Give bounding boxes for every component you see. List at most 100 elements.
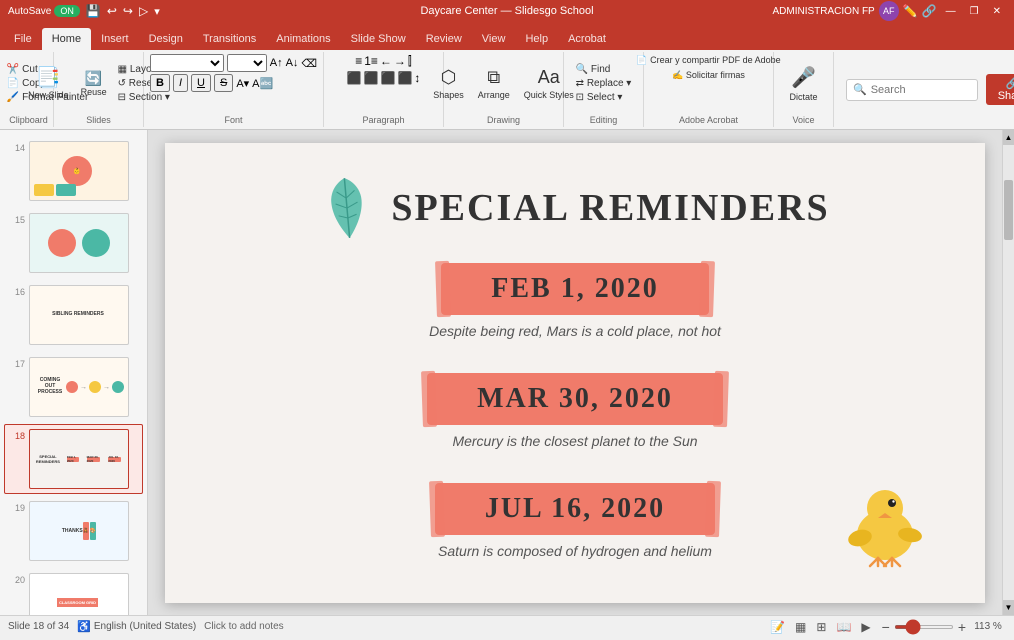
slide-img-20: CLASSROOM GRID xyxy=(29,573,129,615)
strikethrough-button[interactable]: S xyxy=(214,74,233,92)
new-slide-button[interactable]: 📑 New Slide xyxy=(23,65,74,103)
paste-button[interactable]: 📋 Paste xyxy=(0,65,1,103)
scroll-up-button[interactable]: ▲ xyxy=(1003,130,1014,145)
justify-icon[interactable]: ⬛ xyxy=(397,71,412,85)
user-avatar[interactable]: AF xyxy=(879,1,899,21)
title-bar: AutoSave ON 💾 ↩ ↪ ▷ ▾ Daycare Center — S… xyxy=(0,0,1014,22)
solicitar-firmas-button[interactable]: ✍️ Solicitar firmas xyxy=(668,69,749,82)
save-icon[interactable]: 💾 xyxy=(86,4,101,18)
tab-insert[interactable]: Insert xyxy=(91,28,139,50)
indent-decrease-icon[interactable]: ← xyxy=(380,54,392,69)
zoom-level[interactable]: 113 % xyxy=(970,621,1006,632)
tab-design[interactable]: Design xyxy=(139,28,193,50)
shapes-button[interactable]: ⬡ Shapes xyxy=(428,64,469,103)
autosave-toggle[interactable]: ON xyxy=(54,5,80,17)
bold-button[interactable]: B xyxy=(150,74,170,92)
slide-thumb-20[interactable]: 20 CLASSROOM GRID xyxy=(4,568,143,615)
cut-icon: ✂️ xyxy=(7,64,19,75)
normal-view-button[interactable]: ▦ xyxy=(792,619,809,635)
numbering-icon[interactable]: 1≡ xyxy=(364,54,378,69)
font-increase-icon[interactable]: A↑ xyxy=(270,57,283,69)
restore-button[interactable]: ❐ xyxy=(965,5,984,18)
slide-thumb-14[interactable]: 14 👶 xyxy=(4,136,143,206)
slideshow-button[interactable]: ▶ xyxy=(858,619,873,635)
align-left-icon[interactable]: ⬛ xyxy=(347,71,362,85)
slide-thumb-15[interactable]: 15 xyxy=(4,208,143,278)
font-size-select[interactable] xyxy=(227,54,267,72)
dictate-icon: 🎤 xyxy=(791,65,816,90)
search-input[interactable] xyxy=(871,84,971,96)
columns-icon[interactable]: ⫿ xyxy=(408,54,412,69)
indent-increase-icon[interactable]: → xyxy=(394,54,406,69)
format-painter-icon: 🖌️ xyxy=(7,92,19,103)
line-spacing-icon[interactable]: ↕ xyxy=(414,71,420,85)
slide-thumb-16[interactable]: 16 SIBLING REMINDERS xyxy=(4,280,143,350)
slide-img-19: THANKS 🧸 🎨 xyxy=(29,501,129,561)
tab-slideshow[interactable]: Slide Show xyxy=(341,28,416,50)
underline-button[interactable]: U xyxy=(191,74,211,92)
tab-file[interactable]: File xyxy=(4,28,42,50)
title-bar-left: AutoSave ON 💾 ↩ ↪ ▷ ▾ xyxy=(8,4,160,18)
ribbon-tabs: File Home Insert Design Transitions Anim… xyxy=(0,22,1014,50)
pen-icon[interactable]: ✏️ xyxy=(903,4,918,18)
shapes-icon: ⬡ xyxy=(441,67,457,88)
notes-view-button[interactable]: 📝 xyxy=(767,619,788,635)
crear-pdf-button[interactable]: 📄 Crear y compartir PDF de Adobe xyxy=(632,54,784,67)
search-icon: 🔍 xyxy=(853,83,867,96)
drawing-label: Drawing xyxy=(487,113,520,125)
scroll-down-button[interactable]: ▼ xyxy=(1003,600,1014,615)
clear-format-icon[interactable]: ⌫ xyxy=(301,57,317,70)
new-slide-icon: 📑 xyxy=(36,68,61,88)
font-decrease-icon[interactable]: A↓ xyxy=(286,57,299,69)
slide-sorter-button[interactable]: ⊞ xyxy=(813,619,829,635)
present-icon[interactable]: ▷ xyxy=(139,4,148,18)
accessibility-icon: ♿ xyxy=(77,620,91,633)
font-family-select[interactable] xyxy=(150,54,224,72)
italic-button[interactable]: I xyxy=(173,74,188,92)
undo-icon[interactable]: ↩ xyxy=(107,4,117,18)
reading-view-button[interactable]: 📖 xyxy=(833,619,854,635)
dictate-button[interactable]: 🎤 Dictate xyxy=(784,62,822,105)
tab-help[interactable]: Help xyxy=(515,28,558,50)
find-button[interactable]: 🔍 Find xyxy=(572,63,636,76)
bullets-icon[interactable]: ≡ xyxy=(355,54,362,69)
tab-animations[interactable]: Animations xyxy=(266,28,340,50)
share-icon-tb[interactable]: 🔗 xyxy=(922,4,937,18)
reuse-button[interactable]: 🔄 Reuse xyxy=(76,68,112,100)
share-button[interactable]: 🔗 Share xyxy=(986,74,1014,105)
tab-acrobat[interactable]: Acrobat xyxy=(558,28,616,50)
font-color-icon[interactable]: A▾ xyxy=(236,77,249,90)
redo-icon[interactable]: ↪ xyxy=(123,4,133,18)
date-text-3: JUL 16, 2020 xyxy=(485,493,665,524)
slide-thumb-19[interactable]: 19 THANKS 🧸 🎨 xyxy=(4,496,143,566)
align-right-icon[interactable]: ⬛ xyxy=(381,71,396,85)
close-button[interactable]: ✕ xyxy=(988,5,1006,18)
replace-button[interactable]: ⇄ Replace ▾ xyxy=(572,77,636,90)
editing-controls: 🔍 Find ⇄ Replace ▾ ⊡ Select ▾ xyxy=(572,54,636,113)
zoom-out-button[interactable]: − xyxy=(882,619,890,635)
more-icon[interactable]: ▾ xyxy=(154,5,160,18)
date-block-2: MAR 30, 2020 Mercury is the closest plan… xyxy=(365,373,785,451)
slide-thumb-18[interactable]: 18 SPECIAL REMINDERS FEB 1, 2020 MAR 30,… xyxy=(4,424,143,494)
align-center-icon[interactable]: ⬛ xyxy=(364,71,379,85)
search-share-area: 🔍 🔗 Share 💬 Comments xyxy=(838,52,1014,127)
scrollbar-thumb[interactable] xyxy=(1004,180,1013,240)
zoom-in-button[interactable]: + xyxy=(958,619,966,635)
search-box: 🔍 xyxy=(846,79,978,101)
tab-home[interactable]: Home xyxy=(42,28,91,50)
zoom-slider[interactable] xyxy=(894,625,954,629)
language-indicator: ♿ English (United States) xyxy=(77,620,196,633)
slide-thumb-17[interactable]: 17 COMING OUT PROCESS → → xyxy=(4,352,143,422)
tab-view[interactable]: View xyxy=(472,28,516,50)
arrange-button[interactable]: ⧉ Arrange xyxy=(473,64,515,103)
minimize-button[interactable]: — xyxy=(941,5,961,18)
notes-hint[interactable]: Click to add notes xyxy=(204,621,284,632)
zoom-controls: − + 113 % xyxy=(882,619,1006,635)
app-title: Daycare Center — Slidesgo School xyxy=(420,5,593,17)
text-shadow-icon[interactable]: A🔤 xyxy=(252,77,273,90)
slide-img-15 xyxy=(29,213,129,273)
tab-transitions[interactable]: Transitions xyxy=(193,28,266,50)
tab-review[interactable]: Review xyxy=(416,28,472,50)
select-button[interactable]: ⊡ Select ▾ xyxy=(572,91,636,104)
group-drawing: ⬡ Shapes ⧉ Arrange Aa Quick Styles Drawi… xyxy=(444,52,564,127)
